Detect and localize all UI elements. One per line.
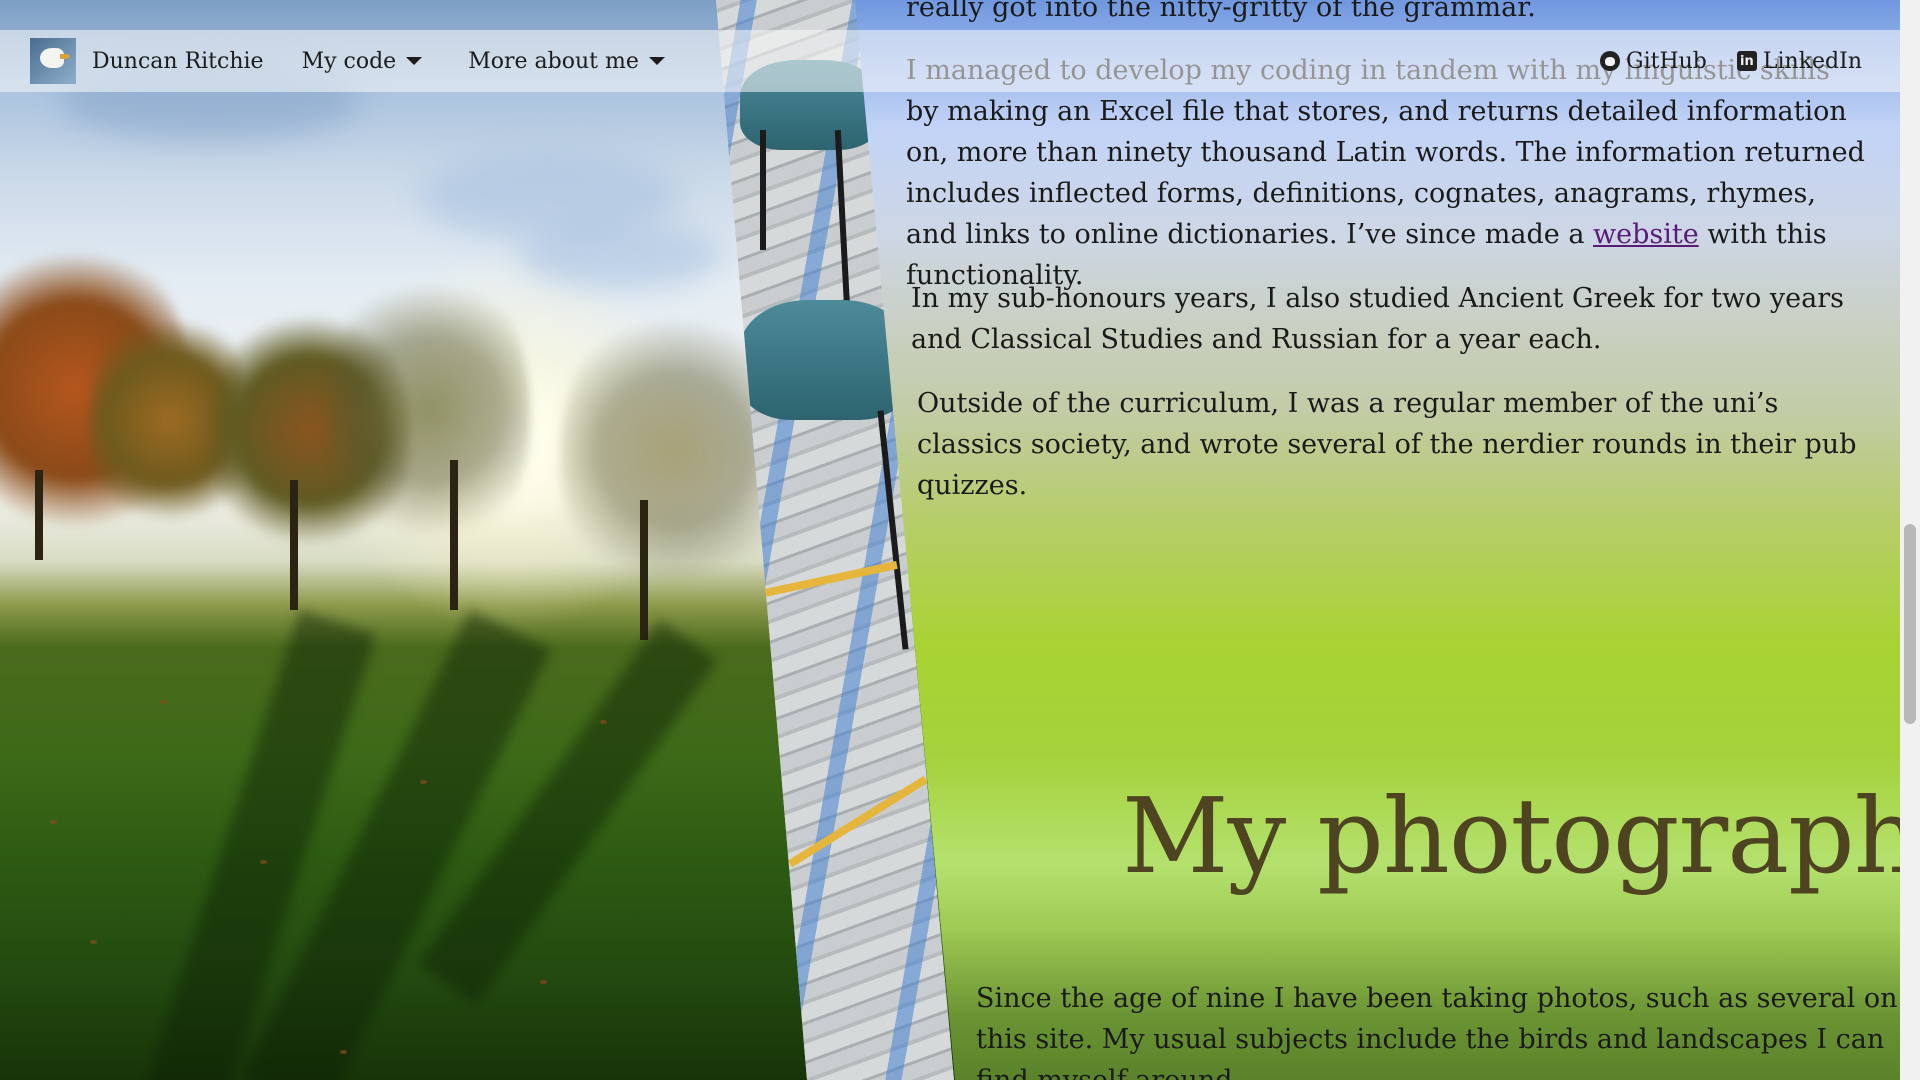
menu-more-about-me[interactable]: More about me — [468, 49, 665, 74]
github-label: GitHub — [1626, 48, 1707, 74]
section-heading-photography: My photography. — [1122, 775, 1900, 897]
menu-more-about-me-label: More about me — [468, 48, 639, 74]
bird-logo-icon[interactable] — [30, 38, 76, 84]
content-panel: really got into the nitty-gritty of the … — [855, 0, 1900, 1080]
linkedin-icon: in — [1736, 51, 1757, 71]
page-scrollbar[interactable] — [1900, 0, 1920, 1080]
paragraph-grammar: really got into the nitty-gritty of the … — [906, 0, 1536, 23]
scrollbar-thumb[interactable] — [1904, 524, 1916, 724]
github-link[interactable]: GitHub — [1600, 49, 1707, 74]
paragraph-subhonours: In my sub-honours years, I also studied … — [911, 283, 1844, 355]
linkedin-link[interactable]: in LinkedIn — [1736, 48, 1862, 74]
paragraph-society: Outside of the curriculum, I was a regul… — [917, 388, 1857, 501]
social-links: GitHub in LinkedIn — [1600, 49, 1862, 74]
brand-link[interactable]: Duncan Ritchie — [92, 49, 264, 74]
top-navbar: Duncan Ritchie My code More about me Git… — [0, 30, 1900, 92]
linkedin-label: LinkedIn — [1762, 48, 1862, 74]
github-icon — [1600, 51, 1620, 71]
menu-my-code-label: My code — [301, 48, 397, 74]
caret-down-icon — [406, 57, 423, 65]
caret-down-icon — [648, 57, 665, 65]
paragraph-photography: Since the age of nine I have been taking… — [976, 983, 1898, 1080]
website-link[interactable]: website — [1593, 219, 1699, 250]
menu-my-code[interactable]: My code — [302, 49, 423, 74]
